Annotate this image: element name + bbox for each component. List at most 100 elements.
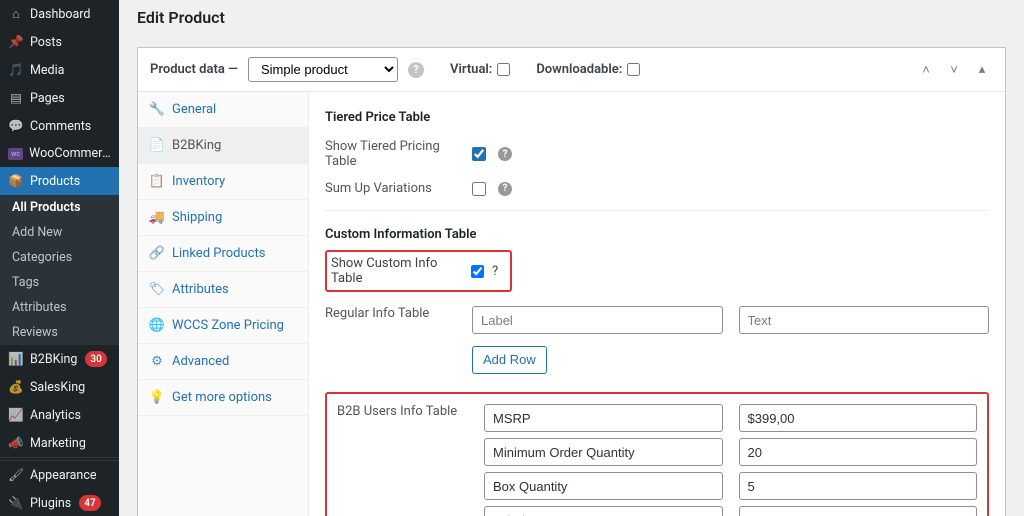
sidebar-item-label: Dashboard <box>30 7 90 22</box>
sidebar-item-label: Analytics <box>30 408 81 423</box>
sidebar-item-label: Marketing <box>30 436 86 451</box>
sidebar-item-comments[interactable]: 💬Comments <box>0 112 119 140</box>
wrench-icon: 🔧 <box>150 103 164 117</box>
info-label-input[interactable] <box>484 472 723 500</box>
main-content: Edit Product Product data — Simple produ… <box>119 0 1024 516</box>
sidebar-sub-attributes[interactable]: Attributes <box>0 295 119 320</box>
sidebar-sub-reviews[interactable]: Reviews <box>0 320 119 345</box>
info-label-input[interactable] <box>472 306 723 334</box>
divider <box>325 210 989 211</box>
product-data-tabs: 🔧 General 📄 B2BKing 📋Inventory 🚚Shipping 🔗… <box>138 92 309 516</box>
tag-icon: 🏷 <box>150 283 164 297</box>
sidebar-badge: 30 <box>85 351 106 367</box>
downloadable-checkbox[interactable] <box>627 63 640 76</box>
info-text-input[interactable] <box>739 404 978 432</box>
admin-sidebar: ⌂Dashboard 📌 Posts 🎵Media ▤Pages 💬Comment… <box>0 0 119 516</box>
sidebar-sub-categories[interactable]: Categories <box>0 245 119 270</box>
show-tiered-row: Show Tiered Pricing Table ? <box>325 133 989 175</box>
sidebar-item-label: Posts <box>30 35 62 50</box>
sidebar-item-salesking[interactable]: 💰 SalesKing <box>0 373 119 401</box>
metabox-toggles: ˄ ˅ ▴ <box>915 59 993 81</box>
page-title: Edit Product <box>137 8 1006 27</box>
sales-icon: 💰 <box>8 379 24 395</box>
app-root: ⌂Dashboard 📌 Posts 🎵Media ▤Pages 💬Comment… <box>0 0 1024 516</box>
info-row <box>484 506 977 516</box>
sidebar-item-pages[interactable]: ▤Pages <box>0 84 119 112</box>
archive-icon: 📦 <box>8 173 24 189</box>
tab-b2bking[interactable]: 📄 B2BKing <box>138 128 308 164</box>
file-icon: 📄 <box>150 139 164 153</box>
sidebar-item-label: Comments <box>30 119 91 134</box>
info-label-input[interactable] <box>484 506 723 516</box>
virtual-checkbox[interactable] <box>497 63 510 76</box>
info-text-input[interactable] <box>739 306 990 334</box>
tab-general[interactable]: 🔧 General <box>138 92 308 128</box>
tiered-price-table-title: Tiered Price Table <box>325 104 989 133</box>
pin-icon: 📌 <box>8 34 24 50</box>
sidebar-sub-add-new[interactable]: Add New <box>0 220 119 245</box>
sidebar-item-label: B2BKing <box>30 352 77 367</box>
help-icon[interactable]: ? <box>498 182 512 196</box>
sidebar-item-products[interactable]: 📦 Products <box>0 167 119 195</box>
info-label-input[interactable] <box>484 404 723 432</box>
info-text-input[interactable] <box>739 438 978 466</box>
sidebar-item-woocommerce[interactable]: wcWooCommerce <box>0 140 119 167</box>
sidebar-item-analytics[interactable]: 📈Analytics <box>0 401 119 429</box>
tab-advanced[interactable]: ⚙Advanced <box>138 344 308 380</box>
help-icon[interactable]: ? <box>498 147 512 161</box>
tab-get-more-options[interactable]: 💡Get more options <box>138 380 308 416</box>
chevron-down-icon[interactable]: ˅ <box>943 59 965 81</box>
downloadable-label: Downloadable: <box>536 62 622 77</box>
sum-up-label: Sum Up Variations <box>325 181 460 196</box>
chevron-up-icon[interactable]: ˄ <box>915 59 937 81</box>
add-row-button[interactable]: Add Row <box>472 346 547 374</box>
help-icon[interactable]: ? <box>492 264 498 279</box>
info-row <box>484 404 977 432</box>
tab-panel-b2bking: Tiered Price Table Show Tiered Pricing T… <box>309 92 1005 516</box>
highlight-b2b-block: B2B Users Info Table <box>325 392 989 516</box>
tab-label: WCCS Zone Pricing <box>172 318 284 333</box>
sidebar-item-appearance[interactable]: 🖌 Appearance <box>0 461 119 489</box>
show-tiered-checkbox[interactable] <box>472 147 486 161</box>
show-custom-checkbox[interactable] <box>471 265 484 278</box>
info-text-input[interactable] <box>739 472 978 500</box>
expand-icon[interactable]: ▴ <box>971 59 993 81</box>
sidebar-item-media[interactable]: 🎵Media <box>0 56 119 84</box>
tab-label: General <box>172 102 216 117</box>
appearance-icon: 🖌 <box>8 467 24 483</box>
tab-attributes[interactable]: 🏷 Attributes <box>138 272 308 308</box>
sum-up-row: Sum Up Variations ? <box>325 175 989 202</box>
sidebar-badge: 47 <box>79 495 100 511</box>
woo-icon: wc <box>8 148 23 160</box>
sum-up-checkbox[interactable] <box>472 182 486 196</box>
plugins-icon: 🔌 <box>8 495 24 511</box>
tab-inventory[interactable]: 📋Inventory <box>138 164 308 200</box>
sidebar-item-plugins[interactable]: 🔌Plugins47 <box>0 489 119 516</box>
sidebar-sub-tags[interactable]: Tags <box>0 270 119 295</box>
tab-linked-products[interactable]: 🔗Linked Products <box>138 236 308 272</box>
virtual-label: Virtual: <box>450 62 492 77</box>
gear-icon: ⚙ <box>150 355 164 369</box>
info-text-input[interactable] <box>739 506 978 516</box>
sidebar-item-b2bking[interactable]: 📊B2BKing30 <box>0 345 119 373</box>
tab-label: Attributes <box>172 282 229 297</box>
sidebar-item-dashboard[interactable]: ⌂Dashboard <box>0 0 119 28</box>
sidebar-item-marketing[interactable]: 📣Marketing <box>0 429 119 457</box>
help-icon[interactable]: ? <box>408 62 424 78</box>
tab-wccs-zone-pricing[interactable]: 🌐 WCCS Zone Pricing <box>138 308 308 344</box>
product-type-select[interactable]: Simple product <box>248 57 398 82</box>
globe-icon: 🌐 <box>150 319 164 333</box>
info-label-input[interactable] <box>484 438 723 466</box>
sidebar-item-label: Media <box>30 63 64 78</box>
regular-info-label: Regular Info Table <box>325 306 460 321</box>
info-row <box>484 472 977 500</box>
sidebar-item-posts[interactable]: 📌 Posts <box>0 28 119 56</box>
tab-shipping[interactable]: 🚚Shipping <box>138 200 308 236</box>
sidebar-item-label: Products <box>30 174 80 189</box>
sidebar-sub-all-products[interactable]: All Products <box>0 195 119 220</box>
tab-label: B2BKing <box>172 138 221 153</box>
sidebar-item-label: Appearance <box>30 468 97 483</box>
info-row <box>484 438 977 466</box>
product-data-title: Product data — <box>150 62 238 77</box>
sidebar-item-label: SalesKing <box>30 380 85 395</box>
